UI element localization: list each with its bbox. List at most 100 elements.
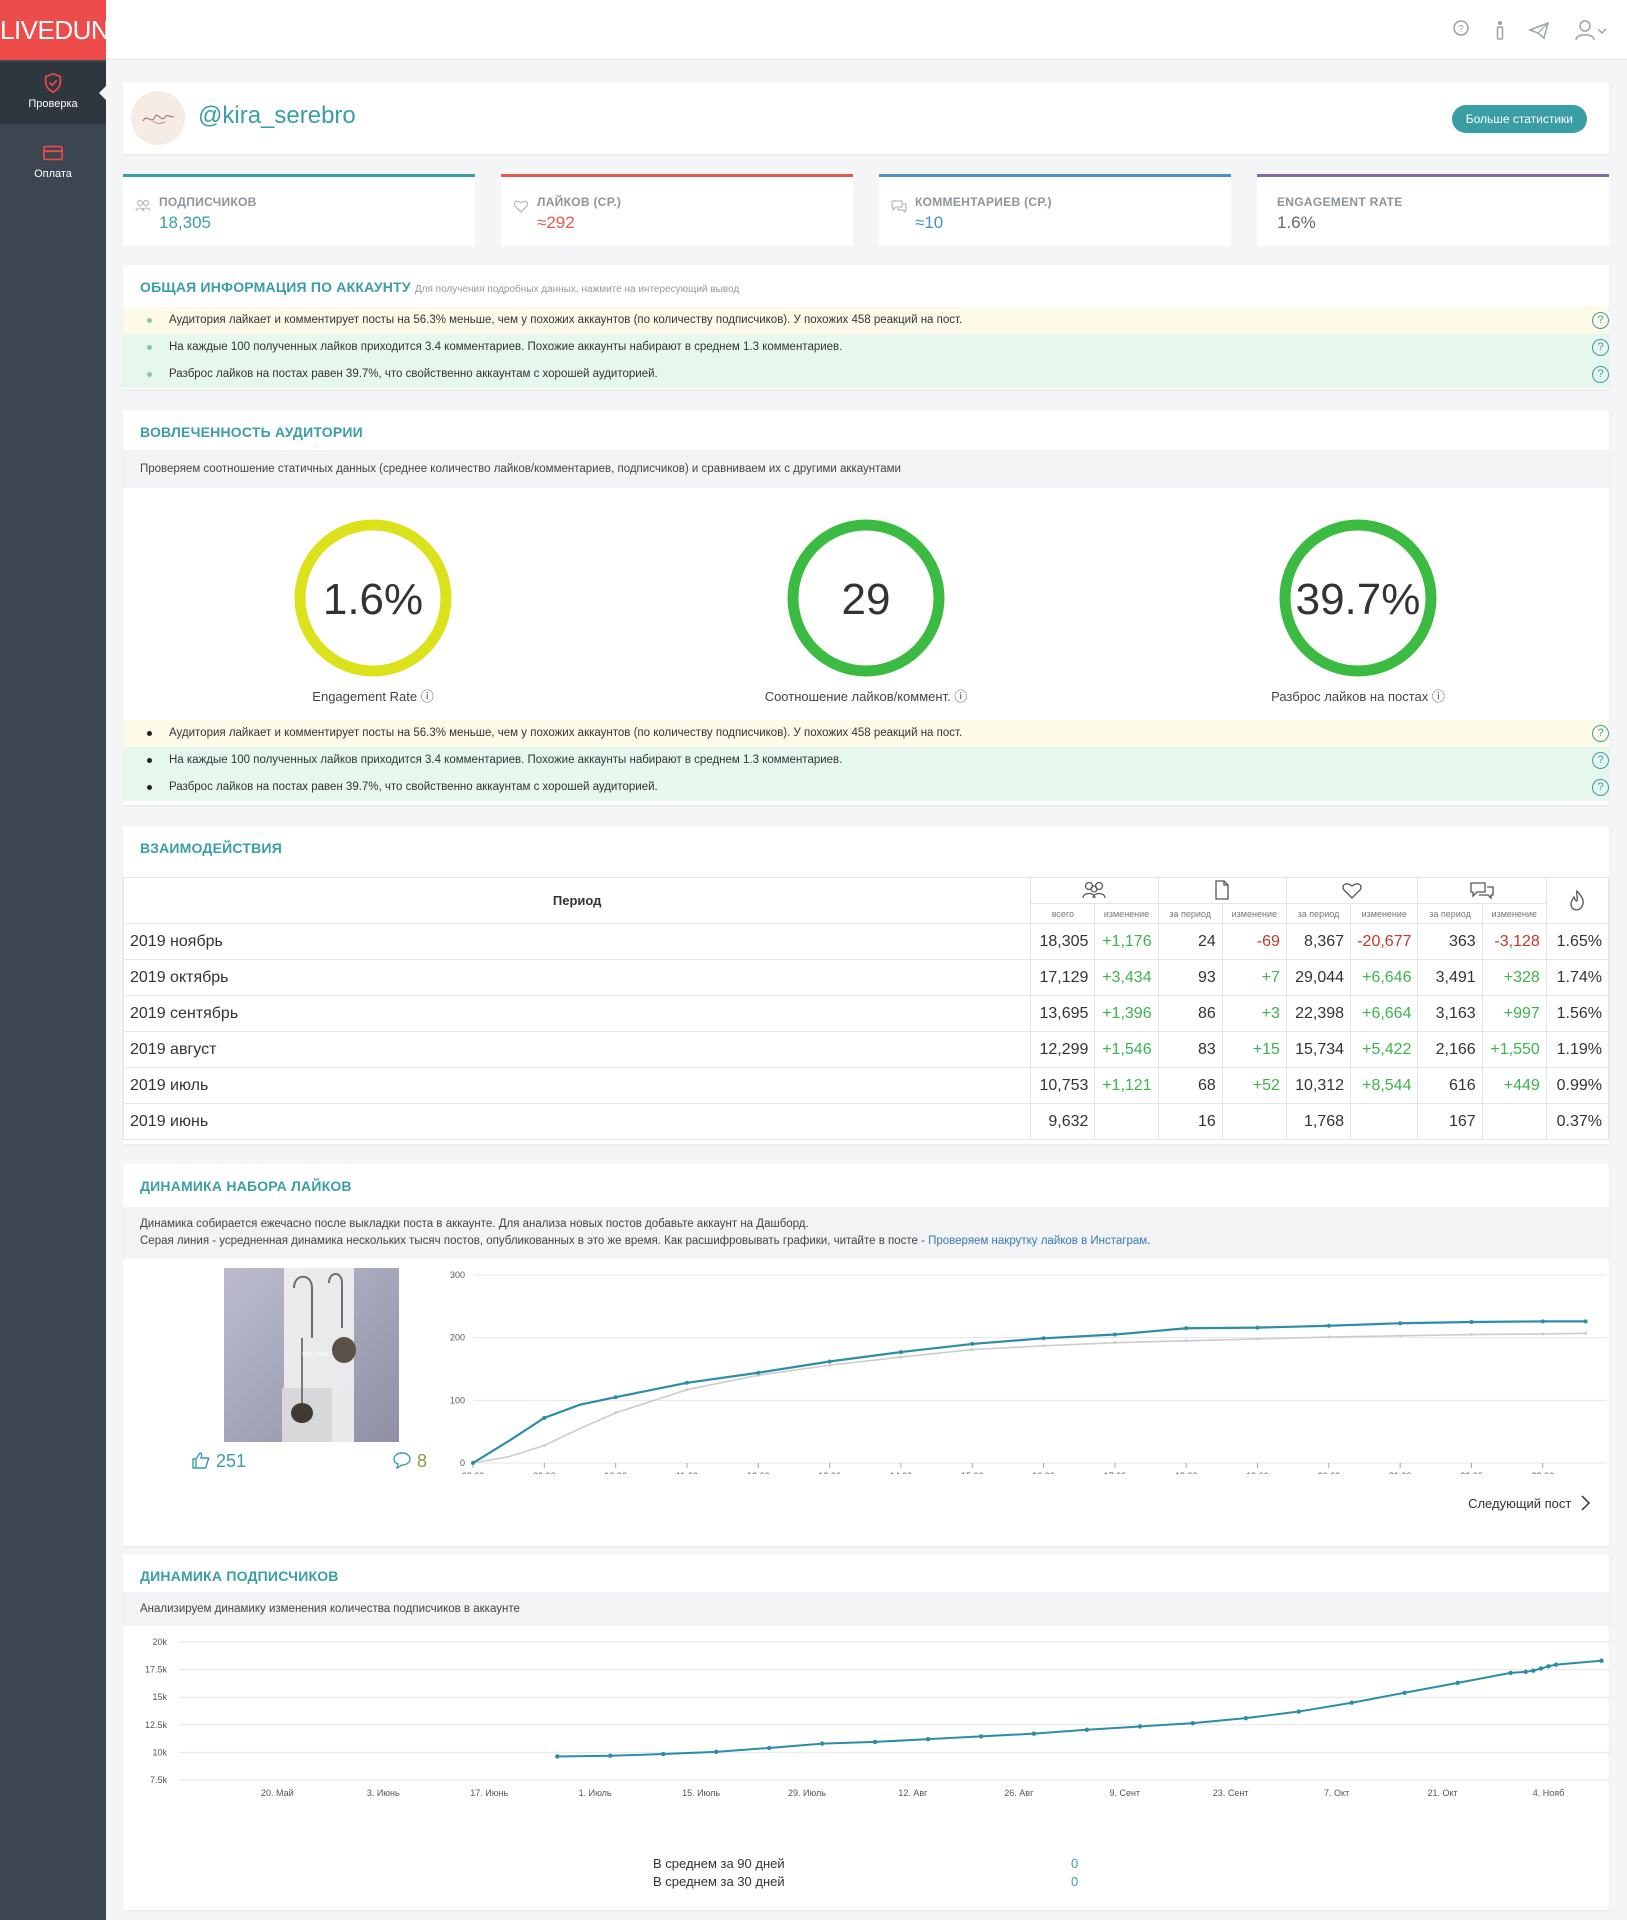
value-cell: 68 [1157,1067,1223,1104]
series-line [557,1659,1602,1758]
question-icon[interactable]: ? [1592,725,1609,742]
data-point [1583,1319,1588,1324]
value-cell: +52 [1221,1067,1287,1104]
followers-dynamics-chart: 7.5k 10k 12.5k 15k 17.5k 20k 20. Май 3. Июнь 17.… [145,1637,1609,1798]
question-icon[interactable]: ? [1592,366,1609,383]
x-tick-label: 14:00 [890,1471,913,1474]
data-point [1540,1319,1545,1324]
y-tick-label: 20k [152,1637,167,1647]
x-tick-label: 20. Май [261,1788,294,1798]
note-item[interactable]: Аудитория лайкает и комментирует посты н… [123,307,1609,334]
value-cell: +15 [1221,1031,1287,1068]
subheader: изменение [1350,903,1419,924]
question-icon[interactable]: ? [1592,779,1609,796]
value-cell: 1.19% [1545,1031,1610,1068]
note-item[interactable]: На каждые 100 полученных лайков приходит… [123,334,1609,361]
y-tick-label: 12.5k [145,1720,168,1730]
fake-likes-article-link[interactable]: Проверяем накрутку лайков в Инстаграм [928,1235,1147,1247]
x-tick-label: 3. Июнь [367,1788,400,1798]
livedune-logo[interactable]: LIVEDUNE [0,0,127,60]
value-cell: +328 [1481,959,1547,996]
user-menu-icon[interactable] [1574,18,1608,42]
table-row: 2019 июль 10,753 +1,121 68 +52 10,312 +8,544 61… [122,1067,1610,1104]
x-tick-label: 10:00 [604,1471,627,1474]
y-tick-label: 200 [450,1333,465,1343]
x-tick-label: 29. Июль [788,1788,826,1798]
note-item[interactable]: Аудитория лайкает и комментирует посты н… [123,720,1609,747]
stat-label: ЛАЙКОВ (СР.) [537,195,622,209]
value-cell: -20,677 [1350,923,1419,960]
help-icon[interactable]: ? [1450,18,1472,42]
profile-username[interactable]: @kira_serebro [198,102,356,130]
question-icon[interactable]: ? [1592,752,1609,769]
stat-followers: ПОДПИСЧИКОВ 18,305 [123,174,475,246]
sidebar: LIVEDUNE Проверка Оплата [0,0,127,1920]
thumbs-up-icon [192,1452,210,1469]
heart-icon [1342,882,1362,899]
value-cell: 10,312 [1285,1067,1352,1104]
main-content: @kira_serebro Больше статистики ПОДПИСЧИ… [106,60,1627,1920]
x-tick-label: 7. Окт [1324,1788,1349,1798]
x-tick-label: 9. Сент [1109,1788,1140,1798]
likes-column-header [1285,877,1419,904]
note-item[interactable]: На каждые 100 полученных лайков приходит… [123,747,1609,774]
avatar[interactable] [131,91,185,145]
question-icon[interactable]: ? [1592,312,1609,329]
data-point [1455,1680,1460,1686]
post-comments-count: 8 [392,1451,427,1472]
value-cell: 363 [1417,923,1483,960]
more-stats-button[interactable]: Больше статистики [1451,105,1587,133]
value-cell: +6,664 [1350,995,1419,1032]
data-point [1184,1326,1189,1331]
data-point [970,1348,974,1352]
x-tick-label: 15:00 [961,1471,984,1474]
data-point [1469,1320,1474,1324]
value-cell: +7 [1221,959,1287,996]
sidebar-item-payment[interactable]: Оплата [0,132,106,194]
data-point [1599,1658,1604,1663]
posts-column-header [1157,877,1287,904]
likes-dynamics-chart: 0 100 200 300 08:00 09:00 10:00 11:00 12:00 13:00… [450,1270,1607,1474]
data-point [713,1749,719,1755]
stat-comments: КОММЕНТАРИЕВ (СР.) ≈10 [879,174,1231,246]
value-cell: 1.74% [1545,959,1610,996]
x-tick-label: 17:00 [1104,1471,1127,1474]
ring-label[interactable]: Соотношение лайков/коммент. ⓘ [716,686,1016,705]
value-cell: 17,129 [1030,959,1096,996]
data-point [1255,1325,1260,1330]
info-icon[interactable] [1489,18,1511,42]
value-cell: 3,163 [1417,995,1483,1032]
stat-value: 1.6% [1277,213,1316,232]
shield-check-icon [44,72,62,94]
section-title: ВЗАИМОДЕЙСТВИЯ [140,840,282,856]
period-cell: 2019 октябрь [122,959,1032,996]
x-tick-label: 18:00 [1175,1471,1198,1474]
comment-icon [393,1452,411,1470]
data-point [1469,1333,1473,1337]
subheader: за период [1157,903,1223,924]
earring-photo-icon: KIRA_SERE [224,1268,399,1442]
stat-label: КОММЕНТАРИЕВ (СР.) [915,195,1052,209]
y-tick-label: 300 [450,1270,465,1280]
ring-label[interactable]: Разброс лайков на постах ⓘ [1208,686,1508,705]
subheader: изменение [1481,903,1547,924]
section-title: ВОВЛЕЧЕННОСТЬ АУДИТОРИИ [140,424,363,440]
ring-value: 39.7% [1296,575,1421,624]
er-column-header [1545,877,1610,924]
avg-30-label: В среднем за 30 дней [653,1874,785,1889]
value-cell: 167 [1417,1103,1483,1140]
data-point [1326,1323,1331,1328]
data-point [1137,1724,1143,1729]
question-icon[interactable]: ? [1592,339,1609,356]
post-image[interactable]: KIRA_SERE [224,1268,399,1442]
next-post-button[interactable]: Следующий пост [1468,1494,1591,1512]
note-item[interactable]: Разброс лайков на постах равен 39.7%, чт… [123,774,1609,801]
engagement-section: ВОВЛЕЧЕННОСТЬ АУДИТОРИИ Проверяем соотно… [123,410,1609,805]
ring-label[interactable]: Engagement Rate ⓘ [223,686,523,705]
data-point [661,1751,666,1757]
value-cell: 8,367 [1285,923,1352,960]
telegram-icon[interactable] [1527,18,1550,42]
data-point [471,1461,475,1465]
sidebar-item-check[interactable]: Проверка [0,62,106,124]
note-item[interactable]: Разброс лайков на постах равен 39.7%, чт… [123,361,1609,388]
